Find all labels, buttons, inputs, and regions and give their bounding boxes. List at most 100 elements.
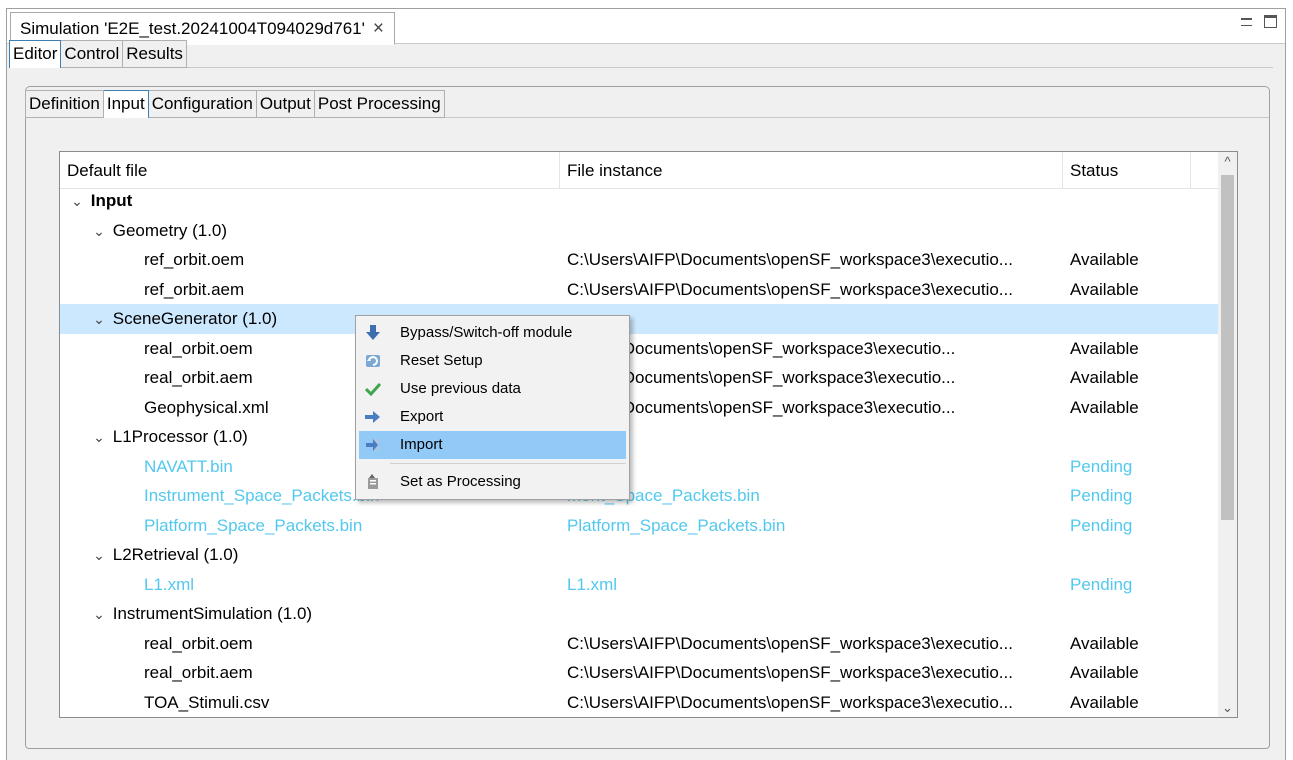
table-row[interactable]: ref_orbit.aem C:\Users\AIFP\Documents\ope… xyxy=(60,275,1220,305)
chevron-down-icon[interactable]: ⌄ xyxy=(90,600,108,630)
cell-status: Available xyxy=(1070,397,1139,417)
cell-file-instance: C:\Users\AIFP\Documents\openSF_workspace… xyxy=(567,250,1013,269)
tab-output[interactable]: Output xyxy=(256,90,315,118)
cell-default-file: real_orbit.oem xyxy=(60,629,560,659)
default-file-name: Platform_Space_Packets.bin xyxy=(144,515,363,535)
default-file-name: ref_orbit.aem xyxy=(144,279,245,299)
cell-status: Pending xyxy=(1070,486,1133,505)
cell-file-instance: s\AIFP\Documents\openSF_workspace3\execu… xyxy=(567,338,956,358)
minimize-icon[interactable] xyxy=(1241,15,1254,28)
chevron-down-icon[interactable]: ⌄ xyxy=(90,305,108,335)
default-file-name: real_orbit.oem xyxy=(144,633,253,653)
context-menu: Bypass/Switch-off module Reset Setup Use… xyxy=(355,315,630,500)
cell-file-instance: C:\Users\AIFP\Documents\openSF_workspace… xyxy=(567,279,1013,299)
default-file-name: real_orbit.aem xyxy=(144,663,253,682)
menu-item-export[interactable]: Export xyxy=(359,403,626,431)
checkmark-icon xyxy=(364,381,381,397)
cell-default-file: ref_orbit.aem xyxy=(60,275,560,305)
chevron-down-icon[interactable]: ⌄ xyxy=(90,217,108,247)
tree-group-row[interactable]: ⌄ Geometry (1.0) xyxy=(60,216,1220,246)
table-row[interactable]: ref_orbit.oem C:\Users\AIFP\Documents\ope… xyxy=(60,245,1220,275)
menu-item-set-as-processing[interactable]: Set as Processing xyxy=(359,468,626,496)
column-header-status[interactable]: Status xyxy=(1063,152,1191,189)
cell-file-instance: Platform_Space_Packets.bin xyxy=(567,515,786,535)
cell-status: Available xyxy=(1070,692,1139,712)
cell-default-file: ref_orbit.oem xyxy=(60,245,560,275)
menu-item-label: Bypass/Switch-off module xyxy=(400,324,573,341)
cell-file-instance: L1.xml xyxy=(567,574,618,594)
cell-file-instance: C:\Users\AIFP\Documents\openSF_workspace… xyxy=(567,663,1013,682)
view-tab-bar: Simulation 'E2E_test.20241004T094029d761… xyxy=(7,9,1285,45)
scroll-up-icon[interactable]: ^ xyxy=(1218,152,1237,171)
cell-file-instance: s\AIFP\Documents\openSF_workspace3\execu… xyxy=(567,397,956,417)
scrollbar-thumb[interactable] xyxy=(1221,175,1234,520)
chevron-down-icon[interactable]: ⌄ xyxy=(68,187,86,217)
table-row[interactable]: real_orbit.aem s\AIFP\Documents\openSF_wo… xyxy=(60,363,1220,393)
view-tab-title: Simulation 'E2E_test.20241004T094029d761… xyxy=(20,18,365,38)
column-header-default-file[interactable]: Default file xyxy=(60,152,560,189)
processing-icon xyxy=(364,474,381,490)
default-file-name: Instrument_Space_Packets.bin xyxy=(144,486,380,505)
tree-group-row[interactable]: ⌄ L1Processor (1.0) xyxy=(60,422,1220,452)
cell-default-file: Platform_Space_Packets.bin xyxy=(60,511,560,541)
chevron-down-icon[interactable]: ⌄ xyxy=(90,423,108,453)
tree-group-row[interactable]: ⌄ L2Retrieval (1.0) xyxy=(60,540,1220,570)
tree-group-row[interactable]: ⌄ InstrumentSimulation (1.0) xyxy=(60,599,1220,629)
cell-default-file: ⌄ L2Retrieval (1.0) xyxy=(60,540,560,571)
tab-editor[interactable]: Editor xyxy=(9,40,62,68)
tree-group-row[interactable]: ⌄ Input xyxy=(60,186,1220,216)
menu-separator xyxy=(390,463,626,464)
table-row[interactable]: TOA_Stimuli.csv C:\Users\AIFP\Documents\o… xyxy=(60,688,1220,718)
view-controls xyxy=(1241,15,1277,28)
cell-status: Available xyxy=(1070,279,1139,299)
tab-configuration[interactable]: Configuration xyxy=(148,90,257,118)
table-row[interactable]: Instrument_Space_Packets.bin ment_Space_P… xyxy=(60,481,1220,511)
table-row[interactable]: real_orbit.oem s\AIFP\Documents\openSF_wo… xyxy=(60,334,1220,364)
default-file-name: NAVATT.bin xyxy=(144,456,233,476)
cell-file-instance: C:\Users\AIFP\Documents\openSF_workspace… xyxy=(567,633,1013,653)
tab-control[interactable]: Control xyxy=(61,40,124,68)
cell-status: Available xyxy=(1070,250,1139,269)
table-row[interactable]: NAVATT.bin T.binPending xyxy=(60,452,1220,482)
menu-item-bypass[interactable]: Bypass/Switch-off module xyxy=(359,319,626,347)
cell-status: Available xyxy=(1070,368,1139,387)
input-files-tree-table[interactable]: Default file File instance Status ⌄ Inpu… xyxy=(59,151,1238,718)
cell-status: Pending xyxy=(1070,574,1133,594)
cell-status: Available xyxy=(1070,338,1139,358)
menu-item-use-previous-data[interactable]: Use previous data xyxy=(359,375,626,403)
reset-icon xyxy=(364,353,381,369)
close-icon[interactable]: × xyxy=(373,19,384,38)
tab-input[interactable]: Input xyxy=(103,90,149,118)
table-row[interactable]: Platform_Space_Packets.bin Platform_Space… xyxy=(60,511,1220,541)
table-row[interactable]: real_orbit.oem C:\Users\AIFP\Documents\op… xyxy=(60,629,1220,659)
import-arrow-icon xyxy=(364,437,381,453)
column-header-file-instance[interactable]: File instance xyxy=(560,152,1063,189)
tree-group-row[interactable]: ⌄ SceneGenerator (1.0) xyxy=(60,304,1220,334)
table-body: ⌄ Input ⌄ Geometry (1.0) ref_orbit.oem C:\U… xyxy=(60,186,1220,717)
default-file-name: real_orbit.oem xyxy=(144,338,253,358)
scroll-down-icon[interactable]: ⌄ xyxy=(1218,698,1237,717)
cell-file-instance: s\AIFP\Documents\openSF_workspace3\execu… xyxy=(567,368,956,387)
menu-item-label: Use previous data xyxy=(400,380,521,397)
arrow-down-icon xyxy=(364,325,381,341)
menu-item-import[interactable]: Import xyxy=(359,431,626,459)
default-file-name: Input xyxy=(90,191,133,210)
default-file-name: L2Retrieval (1.0) xyxy=(112,545,239,564)
tab-post-processing[interactable]: Post Processing xyxy=(314,90,445,118)
default-file-name: L1Processor (1.0) xyxy=(112,427,248,446)
tab-results[interactable]: Results xyxy=(123,40,187,68)
table-row[interactable]: Geophysical.xml s\AIFP\Documents\openSF_w… xyxy=(60,393,1220,423)
menu-item-reset-setup[interactable]: Reset Setup xyxy=(359,347,626,375)
vertical-scrollbar[interactable]: ^ ⌄ xyxy=(1218,152,1237,717)
cell-default-file: ⌄ InstrumentSimulation (1.0) xyxy=(60,599,560,630)
table-row[interactable]: L1.xml L1.xml Pending xyxy=(60,570,1220,600)
tab-definition[interactable]: Definition xyxy=(25,90,104,118)
cell-default-file: TOA_Stimuli.csv xyxy=(60,688,560,718)
menu-item-label: Import xyxy=(400,436,443,453)
cell-status: Available xyxy=(1070,633,1139,653)
chevron-down-icon[interactable]: ⌄ xyxy=(90,541,108,571)
menu-item-label: Reset Setup xyxy=(400,352,483,369)
table-row[interactable]: real_orbit.aem C:\Users\AIFP\Documents\op… xyxy=(60,658,1220,688)
maximize-icon[interactable] xyxy=(1264,15,1277,28)
default-file-name: ref_orbit.oem xyxy=(144,250,245,269)
